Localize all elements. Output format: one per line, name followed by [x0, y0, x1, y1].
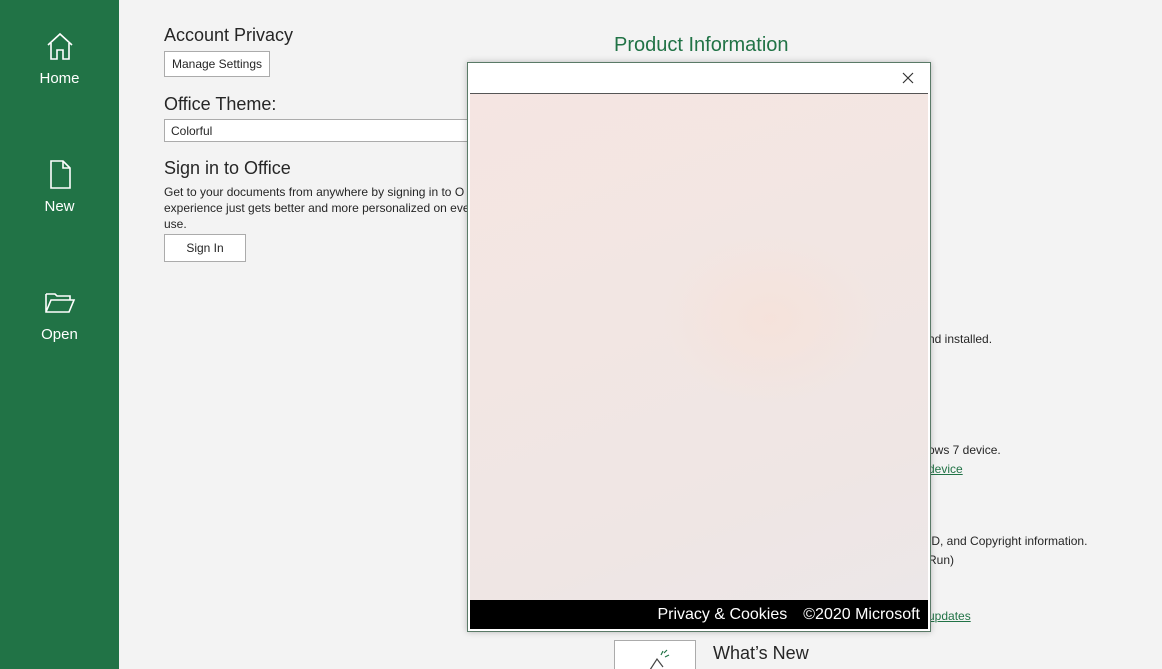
- new-document-icon: [49, 160, 71, 189]
- privacy-cookies-link[interactable]: Privacy & Cookies: [657, 606, 787, 624]
- megaphone-icon: [649, 649, 670, 669]
- nav-item-label: Open: [41, 326, 78, 343]
- product-info-text: ows 7 device.: [928, 443, 1001, 457]
- backstage-nav: Home New Open: [0, 0, 119, 669]
- nav-item-home[interactable]: Home: [0, 30, 119, 130]
- sign-in-description: Get to your documents from anywhere by s…: [164, 184, 469, 232]
- product-info-link[interactable]: updates: [928, 609, 971, 623]
- nav-item-open[interactable]: Open: [0, 286, 119, 386]
- office-theme-heading: Office Theme:: [164, 94, 277, 114]
- nav-item-label: Home: [39, 70, 80, 87]
- close-icon[interactable]: [900, 70, 916, 86]
- product-info-text: Run): [928, 553, 955, 567]
- sign-in-description-line: experience just gets better and more per…: [164, 201, 469, 215]
- dialog-titlebar: [468, 63, 930, 93]
- sign-in-button[interactable]: Sign In: [164, 234, 246, 262]
- nav-item-label: New: [44, 198, 75, 215]
- product-info-text: ID, and Copyright information.: [928, 534, 1088, 548]
- copyright-text: ©2020 Microsoft: [803, 605, 920, 623]
- product-information-title: Product Information: [614, 34, 789, 56]
- product-info-link[interactable]: device: [928, 462, 963, 476]
- account-privacy-heading: Account Privacy: [164, 25, 294, 45]
- dialog-footer: Privacy & Cookies ©2020 Microsoft: [470, 600, 928, 629]
- home-icon: [46, 32, 73, 60]
- folder-open-icon: [44, 293, 75, 313]
- dialog-content: [470, 93, 928, 600]
- office-theme-select[interactable]: Colorful: [164, 119, 474, 142]
- nav-item-new[interactable]: New: [0, 158, 119, 258]
- manage-settings-button[interactable]: Manage Settings: [164, 51, 270, 77]
- sign-in-dialog: Privacy & Cookies ©2020 Microsoft: [467, 62, 931, 632]
- product-info-text: nd installed.: [928, 332, 993, 346]
- sign-in-description-line: use.: [164, 217, 187, 231]
- whats-new-button[interactable]: [614, 640, 696, 669]
- background-glow: [660, 234, 880, 404]
- whats-new-label: What’s New: [713, 643, 809, 663]
- sign-in-heading: Sign in to Office: [164, 158, 291, 178]
- sign-in-description-line: Get to your documents from anywhere by s…: [164, 185, 465, 199]
